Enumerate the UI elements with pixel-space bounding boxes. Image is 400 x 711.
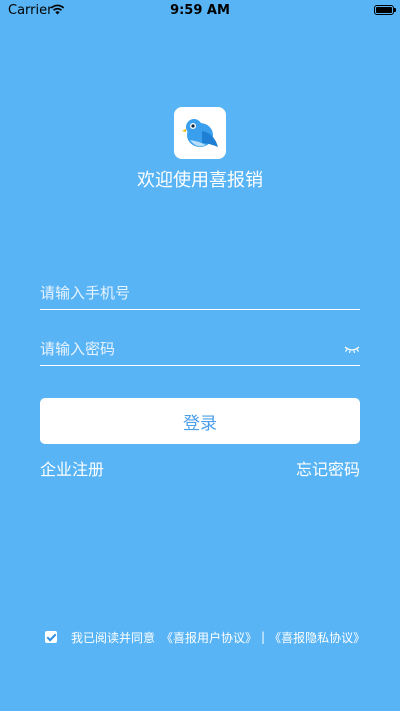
checkbox-checked-icon[interactable]	[45, 631, 57, 643]
login-button[interactable]: 登录	[40, 398, 360, 444]
phone-field	[40, 279, 360, 310]
status-bar: Carrier 9:59 AM	[0, 0, 400, 22]
privacy-agreement-link[interactable]: 《喜报隐私协议》	[269, 629, 365, 646]
status-time: 9:59 AM	[170, 3, 230, 18]
app-logo	[174, 107, 226, 159]
agreement-prefix: 我已阅读并同意	[71, 630, 156, 645]
eye-closed-icon[interactable]	[344, 343, 360, 355]
phone-input[interactable]	[40, 279, 330, 307]
user-agreement-link[interactable]: 《喜报用户协议》	[161, 629, 257, 646]
agreement-separator: |	[261, 630, 266, 644]
password-input[interactable]	[40, 335, 330, 363]
register-link[interactable]: 企业注册	[40, 456, 104, 480]
password-field	[40, 335, 360, 366]
battery-icon	[374, 5, 396, 15]
bird-logo-icon	[182, 119, 218, 147]
welcome-title: 欢迎使用喜报销	[137, 170, 263, 191]
forgot-password-link[interactable]: 忘记密码	[296, 456, 360, 480]
agreement-row: 我已阅读并同意 《喜报用户协议》 | 《喜报隐私协议》	[45, 629, 365, 645]
